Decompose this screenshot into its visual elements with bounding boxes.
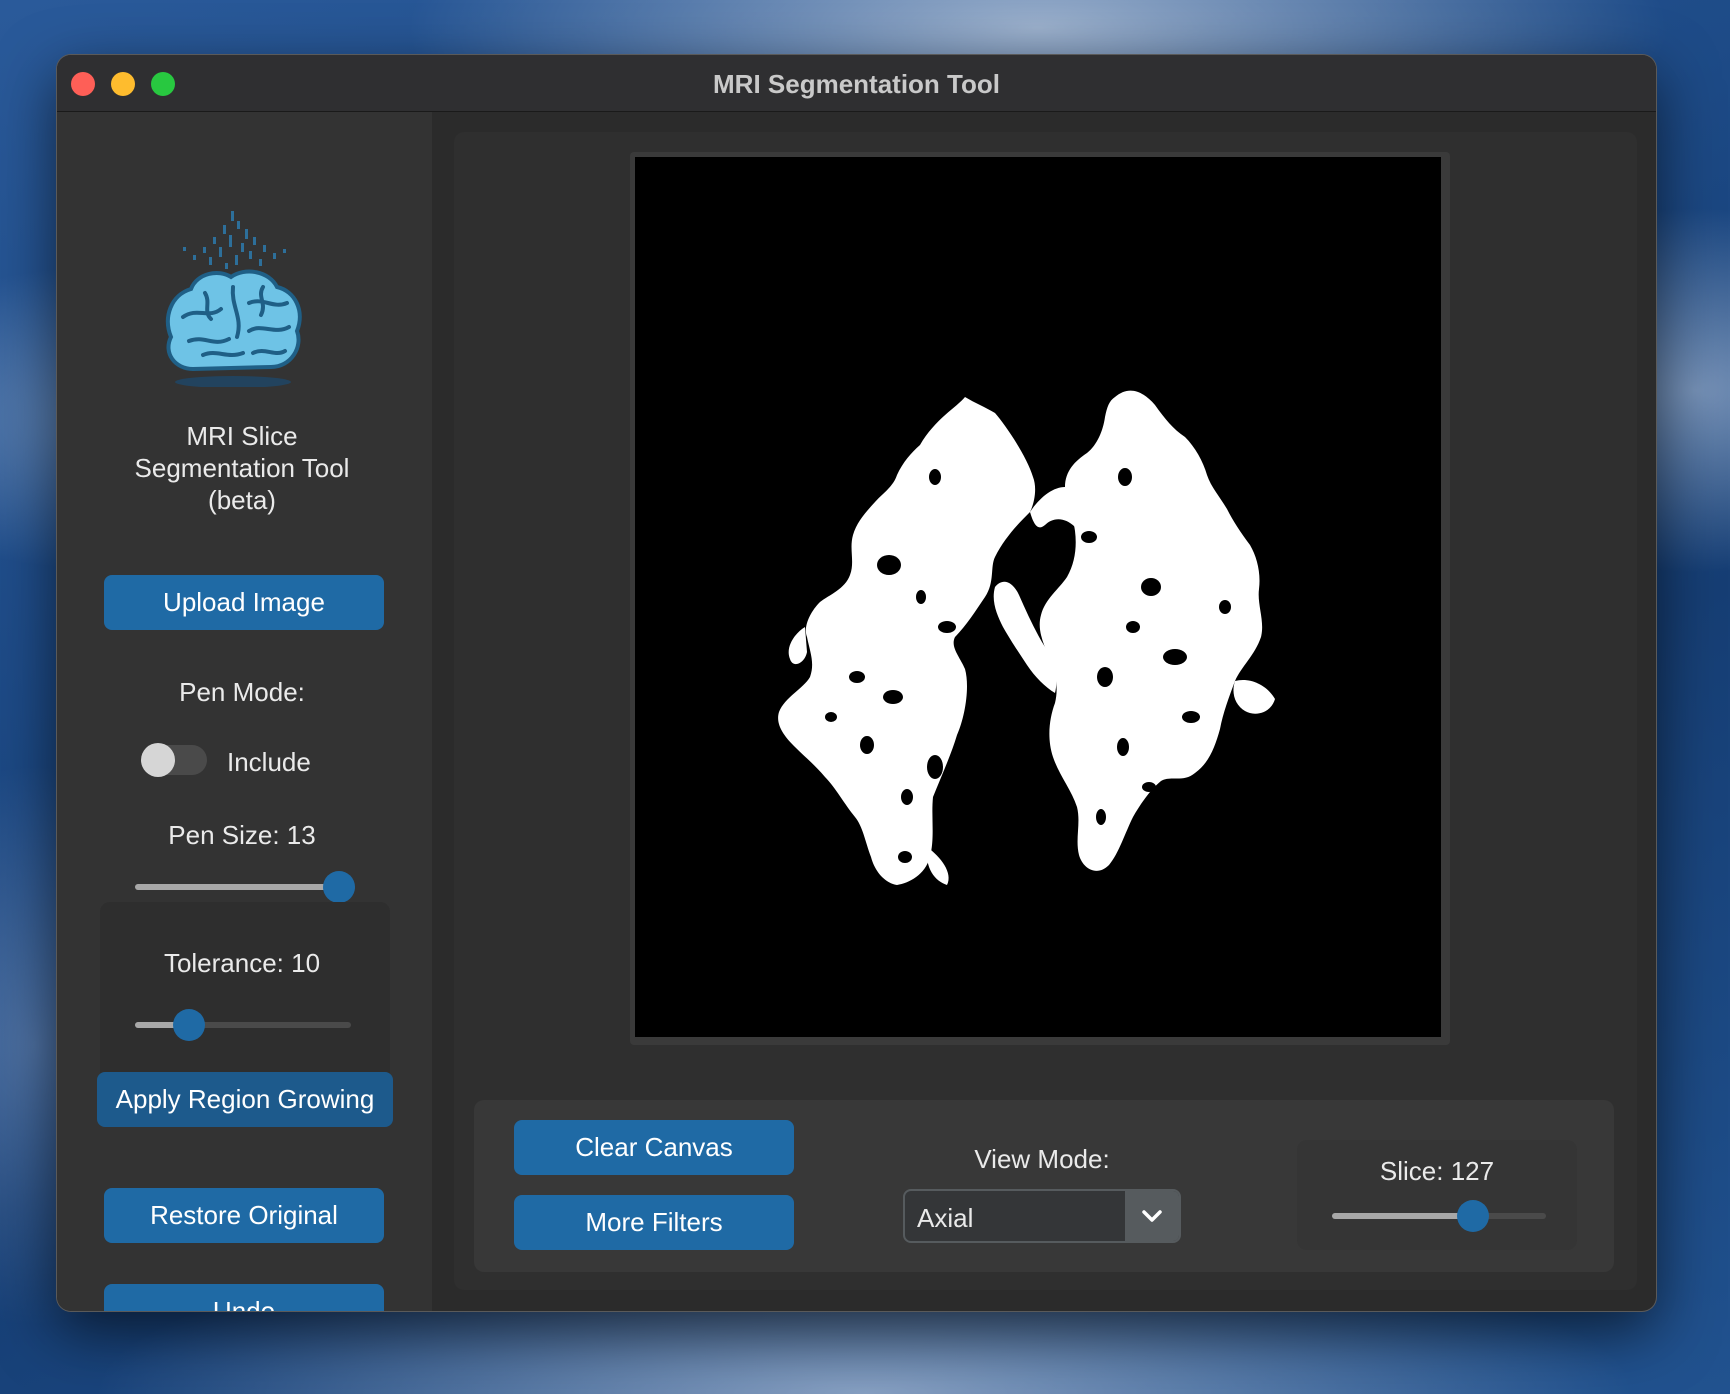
upload-image-button[interactable]: Upload Image	[104, 575, 384, 630]
main-panel: Clear Canvas More Filters View Mode: Axi…	[454, 132, 1637, 1290]
apply-region-growing-button[interactable]: Apply Region Growing	[97, 1072, 393, 1127]
clear-canvas-button[interactable]: Clear Canvas	[514, 1120, 794, 1175]
restore-original-button[interactable]: Restore Original	[104, 1188, 384, 1243]
image-canvas[interactable]	[635, 157, 1441, 1037]
slider-thumb[interactable]	[322, 871, 355, 903]
view-mode-value: Axial	[917, 1203, 974, 1233]
sidebar: MRI Slice Segmentation Tool (beta) Uploa…	[57, 112, 432, 1311]
slider-thumb[interactable]	[173, 1009, 205, 1041]
brain-icon	[153, 207, 313, 388]
app-name: MRI Slice Segmentation Tool (beta)	[97, 420, 387, 516]
bottom-controls: Clear Canvas More Filters View Mode: Axi…	[474, 1100, 1614, 1272]
app-window: MRI Segmentation Tool MRI Slice Segmenta…	[57, 55, 1656, 1311]
app-name-line2: Segmentation Tool	[134, 453, 350, 483]
window-title: MRI Segmentation Tool	[713, 69, 1000, 99]
segmentation-mask	[778, 390, 1275, 885]
view-mode-label: View Mode:	[974, 1144, 1110, 1174]
app-name-line3: (beta)	[208, 485, 276, 515]
canvas-frame	[630, 152, 1450, 1045]
slice-label: Slice: 127	[1379, 1156, 1495, 1186]
pen-size-slider[interactable]	[135, 871, 355, 903]
switch-knob[interactable]	[141, 743, 175, 777]
app-name-line1: MRI Slice	[186, 421, 298, 451]
slice-slider[interactable]	[1332, 1200, 1546, 1232]
pen-mode-switch-label: Include	[227, 747, 311, 777]
more-filters-button[interactable]: More Filters	[514, 1195, 794, 1250]
slider-thumb[interactable]	[1457, 1200, 1490, 1232]
pen-mode-label: Pen Mode:	[179, 677, 305, 707]
slice-panel: Slice: 127	[1297, 1140, 1577, 1250]
slider-fill	[135, 884, 339, 890]
slider-fill	[1332, 1213, 1474, 1219]
view-mode-dropdown-button[interactable]	[1125, 1191, 1179, 1241]
pen-size-label: Pen Size: 13	[168, 820, 316, 850]
pen-mode-switch[interactable]	[141, 743, 207, 777]
tolerance-label: Tolerance: 10	[163, 948, 321, 978]
undo-button[interactable]: Undo	[104, 1284, 384, 1311]
chevron-down-icon	[1142, 1210, 1162, 1222]
view-mode-select[interactable]: Axial	[903, 1189, 1181, 1243]
tolerance-slider[interactable]	[135, 1009, 351, 1041]
title-bar: MRI Segmentation Tool	[57, 55, 1656, 112]
